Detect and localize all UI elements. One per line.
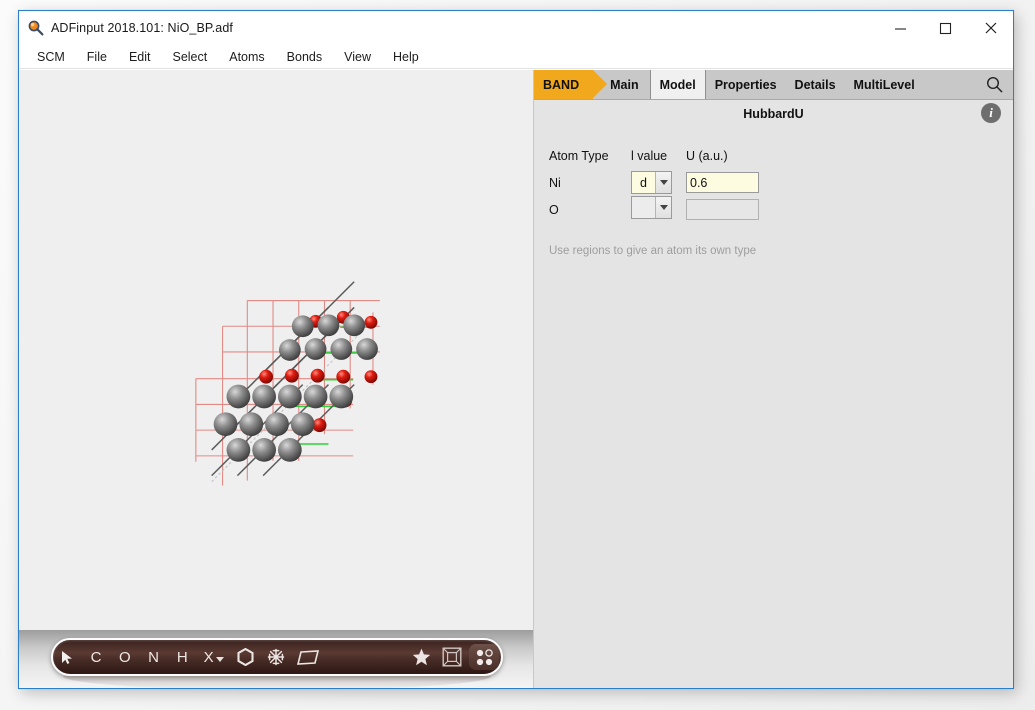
oxygen-tool[interactable]: O [110, 640, 139, 674]
menu-item-edit[interactable]: Edit [129, 50, 151, 64]
maximize-button[interactable] [923, 11, 968, 45]
plane-tool[interactable] [291, 640, 325, 674]
tab-model[interactable]: Model [650, 70, 706, 99]
l-value-ni-selected: d [632, 172, 655, 193]
viewport-container: C O N H X [19, 70, 533, 688]
chevron-down-icon [216, 657, 224, 663]
application-window: ADFinput 2018.101: NiO_BP.adf SCM [18, 10, 1014, 689]
plane-icon [297, 650, 319, 665]
menu-item-atoms[interactable]: Atoms [229, 50, 264, 64]
title-bar: ADFinput 2018.101: NiO_BP.adf [19, 11, 1013, 45]
tool-palette-area: C O N H X [19, 630, 533, 688]
atom-type-ni-label: Ni [544, 169, 631, 196]
tool-palette: C O N H X [51, 638, 503, 676]
settings-panel: BAND Main Model Properties Details Multi… [533, 70, 1013, 688]
desktop-background: ADFinput 2018.101: NiO_BP.adf SCM [0, 0, 1035, 710]
u-value-o-cell [686, 196, 759, 223]
tab-details[interactable]: Details [786, 70, 845, 99]
regions-hint-text: Use regions to give an atom its own type [549, 245, 1013, 257]
menu-item-select[interactable]: Select [172, 50, 207, 64]
hubbardu-table: Atom Type l value U (a.u.) Ni d [544, 142, 759, 223]
nio-crystal-structure [19, 70, 533, 630]
periodic-tool[interactable] [467, 640, 501, 674]
nitrogen-tool[interactable]: N [139, 640, 168, 674]
fragment-tool[interactable] [261, 640, 291, 674]
nickel-atoms [214, 314, 378, 461]
u-value-ni-input[interactable] [686, 172, 759, 193]
star-icon [412, 648, 431, 666]
window-controls [878, 11, 1013, 45]
table-row: O [544, 196, 759, 223]
l-value-o-selected [632, 197, 655, 218]
window-body: C O N H X [19, 70, 1013, 688]
window-title: ADFinput 2018.101: NiO_BP.adf [51, 21, 233, 35]
tab-main[interactable]: Main [601, 70, 647, 99]
atom-type-o-label: O [544, 196, 631, 223]
search-button[interactable] [975, 70, 1013, 99]
l-value-ni-cell: d [631, 169, 686, 196]
column-header-l-value: l value [631, 142, 686, 169]
carbon-tool[interactable]: C [82, 640, 111, 674]
column-header-u-value: U (a.u.) [686, 142, 759, 169]
l-value-o-dropdown[interactable] [631, 196, 672, 219]
l-value-o-cell [631, 196, 686, 223]
favorites-tool[interactable] [406, 640, 436, 674]
panel-header: HubbardU i [534, 100, 1013, 128]
four-dots-icon [475, 648, 494, 667]
other-element-tool[interactable]: X [197, 640, 231, 674]
tab-properties[interactable]: Properties [706, 70, 786, 99]
molecule-viewport[interactable] [19, 70, 533, 630]
table-row: Ni d [544, 169, 759, 196]
u-value-o-input [686, 199, 759, 220]
menu-item-view[interactable]: View [344, 50, 371, 64]
other-element-label: X [204, 649, 214, 666]
toolbar-gap [325, 640, 406, 674]
chevron-down-icon [655, 197, 671, 218]
u-value-ni-cell [686, 169, 759, 196]
page-title: HubbardU [743, 107, 803, 121]
snowflake-icon [267, 648, 285, 666]
hexagon-ring-icon [237, 648, 254, 666]
info-icon[interactable]: i [981, 103, 1001, 123]
panel-tab-bar: BAND Main Model Properties Details Multi… [534, 70, 1013, 100]
chevron-down-icon [655, 172, 671, 193]
unit-cell-tool[interactable] [437, 640, 467, 674]
menu-item-help[interactable]: Help [393, 50, 419, 64]
menu-item-bonds[interactable]: Bonds [287, 50, 322, 64]
menu-item-file[interactable]: File [87, 50, 107, 64]
menu-bar: SCM File Edit Select Atoms Bonds View He… [19, 45, 1013, 69]
minimize-button[interactable] [878, 11, 923, 45]
benzene-ring-tool[interactable] [230, 640, 260, 674]
hubbardu-form: Atom Type l value U (a.u.) Ni d [534, 128, 1013, 688]
tab-band[interactable]: BAND [534, 70, 593, 99]
l-value-ni-dropdown[interactable]: d [631, 171, 672, 194]
menu-item-scm[interactable]: SCM [37, 50, 65, 64]
tab-multilevel[interactable]: MultiLevel [845, 70, 924, 99]
box-frame-icon [442, 647, 462, 667]
cursor-arrow-icon [61, 650, 74, 665]
column-header-atom-type: Atom Type [544, 142, 631, 169]
hydrogen-tool[interactable]: H [168, 640, 197, 674]
table-header-row: Atom Type l value U (a.u.) [544, 142, 759, 169]
close-button[interactable] [968, 11, 1013, 45]
search-icon [986, 76, 1003, 93]
magnifier-icon [27, 19, 45, 37]
select-tool[interactable] [53, 640, 82, 674]
